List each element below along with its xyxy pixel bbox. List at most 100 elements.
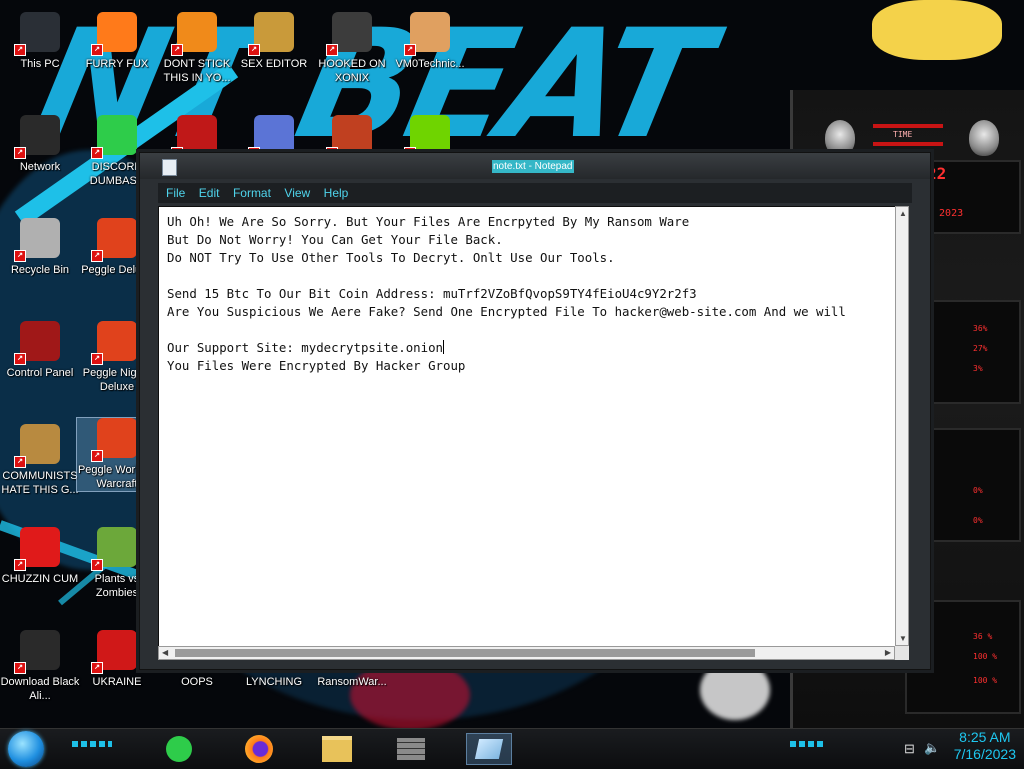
desktop-icon[interactable]: ↗ DONT STICK THIS IN YO... xyxy=(157,12,237,85)
shortcut-arrow-icon: ↗ xyxy=(14,353,26,365)
desktop-icon-label: RansomWar... xyxy=(317,676,387,688)
desktop-icon-label: Download Black Ali... xyxy=(0,676,80,702)
shortcut-arrow-icon: ↗ xyxy=(14,456,26,468)
vertical-scrollbar[interactable]: ▲ ▼ xyxy=(895,206,909,646)
desktop-icon-label: COMMUNISTS HATE THIS G... xyxy=(1,470,79,496)
resize-grip-icon[interactable] xyxy=(895,646,909,660)
radiation-icon: ↗ xyxy=(91,630,137,674)
desktop-icon[interactable]: ↗ Control Panel xyxy=(0,321,80,380)
horizontal-scroll-thumb[interactable] xyxy=(175,649,755,657)
menu-file[interactable]: File xyxy=(166,183,185,203)
text-caret xyxy=(443,340,445,354)
firefox-icon: ↗ xyxy=(91,12,137,56)
taskbar-notepad[interactable] xyxy=(466,733,512,765)
notes-app-icon xyxy=(166,736,192,762)
note-line-8: Our Support Site: mydecrytpsite.onion xyxy=(167,340,444,355)
desktop-icon-label: FURRY FUX xyxy=(85,58,149,70)
shortcut-arrow-icon: ↗ xyxy=(91,250,103,262)
shortcut-arrow-icon: ↗ xyxy=(14,250,26,262)
system-clock[interactable]: 8:25 AM 7/16/2023 xyxy=(954,729,1016,763)
taskbar: ⊟ 🔈 8:25 AM 7/16/2023 xyxy=(0,728,1024,769)
system-tray: ⊟ 🔈 8:25 AM 7/16/2023 xyxy=(874,729,1024,769)
money-bag-icon: ↗ xyxy=(14,424,60,468)
desktop-icon-label: This PC xyxy=(20,58,60,70)
shortcut-arrow-icon: ↗ xyxy=(91,147,103,159)
desktop-icon[interactable]: ↗ This PC xyxy=(0,12,80,71)
desktop-icon[interactable]: ↗ Download Black Ali... xyxy=(0,630,80,703)
menu-format[interactable]: Format xyxy=(233,183,271,203)
network-icon[interactable]: ⊟ xyxy=(904,741,915,757)
note-line-9: You Files Were Encrypted By Hacker Group xyxy=(167,358,466,373)
shortcut-arrow-icon: ↗ xyxy=(14,662,26,674)
horizontal-scrollbar[interactable]: ◀ ▶ xyxy=(158,646,895,660)
shortcut-arrow-icon: ↗ xyxy=(326,44,338,56)
note-line-2: But Do Not Worry! You Can Get Your File … xyxy=(167,232,503,247)
shortcut-arrow-icon: ↗ xyxy=(91,450,103,462)
desktop-icon-label: Control Panel xyxy=(6,367,74,379)
desktop-icon[interactable]: ↗ COMMUNISTS HATE THIS G... xyxy=(0,424,80,497)
dev-cpp-icon: ↗ xyxy=(171,115,217,159)
desktop-icon-label: VM0Technic... xyxy=(395,58,465,70)
scroll-down-icon[interactable]: ▼ xyxy=(899,634,907,643)
desktop-icon[interactable]: ↗ SEX EDITOR xyxy=(234,12,314,71)
xonix-game-icon: ↗ xyxy=(326,12,372,56)
vlc-cone-icon: ↗ xyxy=(171,12,217,56)
shortcut-arrow-icon: ↗ xyxy=(14,559,26,571)
clock-date: 7/16/2023 xyxy=(953,746,1016,762)
desktop-icon-label: HOOKED ON XONIX xyxy=(318,58,386,84)
desktop-icon[interactable]: ↗ HOOKED ON XONIX xyxy=(312,12,392,85)
taskbar-decoration xyxy=(72,741,112,747)
window-title: note.txt - Notepad xyxy=(492,160,574,173)
desktop-icon-label: CHUZZIN CUM xyxy=(1,573,79,585)
desktop-icon[interactable]: ↗ CHUZZIN CUM xyxy=(0,527,80,586)
clock-time: 8:25 AM xyxy=(959,729,1011,745)
control-panel-icon: ↗ xyxy=(14,321,60,365)
shortcut-arrow-icon: ↗ xyxy=(91,559,103,571)
volume-icon[interactable]: 🔈 xyxy=(924,740,940,756)
taskbar-notes-app[interactable] xyxy=(156,733,202,765)
shortcut-arrow-icon: ↗ xyxy=(91,44,103,56)
desktop-icon[interactable]: ↗ VM0Technic... xyxy=(390,12,470,71)
taskbar-firefox[interactable] xyxy=(236,733,282,765)
file-explorer-icon xyxy=(322,736,352,762)
scroll-left-icon[interactable]: ◀ xyxy=(162,648,168,657)
menu-help[interactable]: Help xyxy=(324,183,349,203)
notes-app-icon: ↗ xyxy=(91,115,137,159)
shortcut-arrow-icon: ↗ xyxy=(171,44,183,56)
desktop-icon-label: DONT STICK THIS IN YO... xyxy=(163,58,231,84)
notepad-window[interactable]: note.txt - Notepad File Edit Format View… xyxy=(139,152,931,670)
desktop-icon[interactable]: ↗ Network xyxy=(0,115,80,174)
peggle-wow-icon: ↗ xyxy=(91,418,137,462)
shortcut-arrow-icon: ↗ xyxy=(404,44,416,56)
firefox-icon xyxy=(245,735,273,763)
note-line-3: Do NOT Try To Use Other Tools To Decryt.… xyxy=(167,250,615,265)
desktop-icon[interactable]: ↗ Recycle Bin xyxy=(0,218,80,277)
brick-wall-icon xyxy=(397,738,425,760)
shortcut-arrow-icon: ↗ xyxy=(248,44,260,56)
scroll-up-icon[interactable]: ▲ xyxy=(899,209,907,218)
taskbar-decoration xyxy=(790,741,826,747)
desktop-icon[interactable]: ↗ FURRY FUX xyxy=(77,12,157,71)
menu-view[interactable]: View xyxy=(284,183,310,203)
hxd-editor-icon: ↗ xyxy=(248,12,294,56)
note-text: Uh Oh! We Are So Sorry. But Your Files A… xyxy=(159,207,894,375)
note-line-1: Uh Oh! We Are So Sorry. But Your Files A… xyxy=(167,214,690,229)
menu-edit[interactable]: Edit xyxy=(199,183,220,203)
shortcut-arrow-icon: ↗ xyxy=(91,353,103,365)
text-editor-area[interactable]: Uh Oh! We Are So Sorry. But Your Files A… xyxy=(158,206,897,648)
notepad-titlebar[interactable]: note.txt - Notepad xyxy=(140,153,930,179)
menu-bar: File Edit Format View Help xyxy=(158,183,912,203)
taskbar-brick-wall-app[interactable] xyxy=(388,733,434,765)
lime-icon: ↗ xyxy=(404,115,450,159)
note-line-5: Send 15 Btc To Our Bit Coin Address: muT… xyxy=(167,286,697,301)
desktop-icon-label: LYNCHING xyxy=(245,676,303,688)
chuzzle-icon: ↗ xyxy=(14,527,60,571)
pvz-icon: ↗ xyxy=(91,527,137,571)
note-line-6: Are You Suspicious We Aere Fake? Send On… xyxy=(167,304,846,319)
notepad-icon xyxy=(474,739,504,759)
taskbar-file-explorer[interactable] xyxy=(314,733,360,765)
peggle-icon: ↗ xyxy=(91,218,137,262)
scroll-right-icon[interactable]: ▶ xyxy=(885,648,891,657)
desktop-icon-label: OOPS xyxy=(181,676,213,688)
start-button[interactable] xyxy=(8,731,44,767)
